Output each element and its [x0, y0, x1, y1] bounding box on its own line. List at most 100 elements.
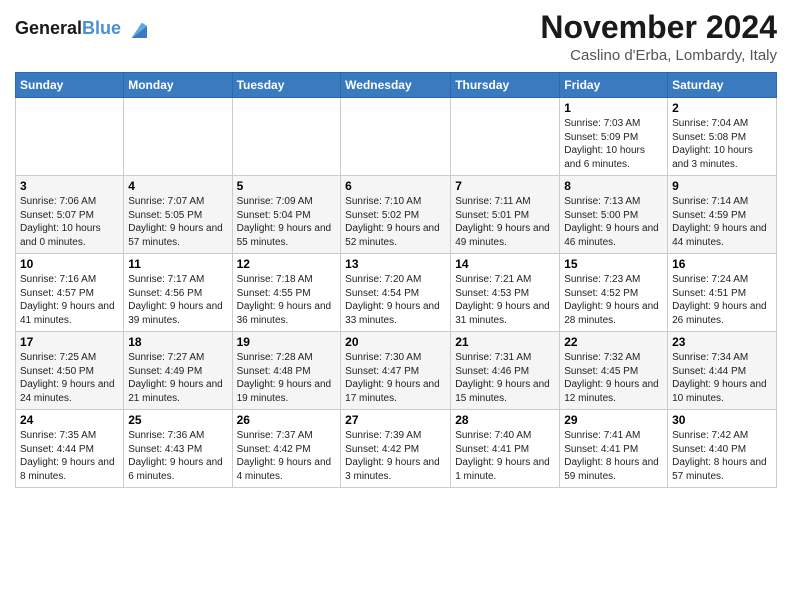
day-number: 10: [20, 257, 119, 271]
col-sunday: Sunday: [16, 73, 124, 98]
day-info: Sunrise: 7:39 AM Sunset: 4:42 PM Dayligh…: [345, 429, 446, 483]
day-number: 6: [345, 179, 446, 193]
day-info: Sunrise: 7:34 AM Sunset: 4:44 PM Dayligh…: [672, 351, 772, 405]
day-info: Sunrise: 7:16 AM Sunset: 4:57 PM Dayligh…: [20, 273, 119, 327]
day-number: 20: [345, 335, 446, 349]
day-number: 19: [237, 335, 337, 349]
calendar-week-row: 10 Sunrise: 7:16 AM Sunset: 4:57 PM Dayli…: [16, 254, 777, 332]
day-info: Sunrise: 7:09 AM Sunset: 5:04 PM Dayligh…: [237, 195, 337, 249]
table-row: 2Sunrise: 7:04 AM Sunset: 5:08 PM Daylig…: [668, 98, 777, 176]
calendar-week-row: 17 Sunrise: 7:25 AM Sunset: 4:50 PM Dayli…: [16, 332, 777, 410]
day-number: 27: [345, 413, 446, 427]
day-info: Sunrise: 7:37 AM Sunset: 4:42 PM Dayligh…: [237, 429, 337, 483]
day-info: Sunrise: 7:10 AM Sunset: 5:02 PM Dayligh…: [345, 195, 446, 249]
table-row: 24 Sunrise: 7:35 AM Sunset: 4:44 PM Dayli…: [16, 410, 124, 488]
col-tuesday: Tuesday: [232, 73, 341, 98]
day-number: 3: [20, 179, 119, 193]
col-saturday: Saturday: [668, 73, 777, 98]
calendar-week-row: 1Sunrise: 7:03 AM Sunset: 5:09 PM Daylig…: [16, 98, 777, 176]
day-info: Sunrise: 7:35 AM Sunset: 4:44 PM Dayligh…: [20, 429, 119, 483]
day-number: 11: [128, 257, 227, 271]
day-info: Sunrise: 7:36 AM Sunset: 4:43 PM Dayligh…: [128, 429, 227, 483]
table-row: 22 Sunrise: 7:32 AM Sunset: 4:45 PM Dayli…: [560, 332, 668, 410]
table-row: 28Sunrise: 7:40 AM Sunset: 4:41 PM Dayli…: [451, 410, 560, 488]
day-number: 9: [672, 179, 772, 193]
day-number: 12: [237, 257, 337, 271]
table-row: 30 Sunrise: 7:42 AM Sunset: 4:40 PM Dayli…: [668, 410, 777, 488]
day-info: Sunrise: 7:18 AM Sunset: 4:55 PM Dayligh…: [237, 273, 337, 327]
table-row: 21 Sunrise: 7:31 AM Sunset: 4:46 PM Dayli…: [451, 332, 560, 410]
day-info: Sunrise: 7:25 AM Sunset: 4:50 PM Dayligh…: [20, 351, 119, 405]
day-info: Sunrise: 7:41 AM Sunset: 4:41 PM Dayligh…: [564, 429, 663, 483]
table-row: 10 Sunrise: 7:16 AM Sunset: 4:57 PM Dayli…: [16, 254, 124, 332]
day-number: 13: [345, 257, 446, 271]
table-row: 19 Sunrise: 7:28 AM Sunset: 4:48 PM Dayli…: [232, 332, 341, 410]
day-info: Sunrise: 7:27 AM Sunset: 4:49 PM Dayligh…: [128, 351, 227, 405]
day-number: 14: [455, 257, 555, 271]
table-row: 13 Sunrise: 7:20 AM Sunset: 4:54 PM Dayli…: [341, 254, 451, 332]
day-number: 2: [672, 101, 772, 115]
table-row: 4 Sunrise: 7:07 AM Sunset: 5:05 PM Daylig…: [124, 176, 232, 254]
day-info: Sunrise: 7:06 AM Sunset: 5:07 PM Dayligh…: [20, 195, 119, 249]
day-info: Sunrise: 7:23 AM Sunset: 4:52 PM Dayligh…: [564, 273, 663, 327]
day-info: Sunrise: 7:11 AM Sunset: 5:01 PM Dayligh…: [455, 195, 555, 249]
day-number: 15: [564, 257, 663, 271]
table-row: 11 Sunrise: 7:17 AM Sunset: 4:56 PM Dayli…: [124, 254, 232, 332]
day-number: 7: [455, 179, 555, 193]
day-info: Sunrise: 7:21 AM Sunset: 4:53 PM Dayligh…: [455, 273, 555, 327]
day-info: Sunrise: 7:42 AM Sunset: 4:40 PM Dayligh…: [672, 429, 772, 483]
day-info: Sunrise: 7:14 AM Sunset: 4:59 PM Dayligh…: [672, 195, 772, 249]
table-row: 26 Sunrise: 7:37 AM Sunset: 4:42 PM Dayli…: [232, 410, 341, 488]
table-row: 3 Sunrise: 7:06 AM Sunset: 5:07 PM Daylig…: [16, 176, 124, 254]
col-friday: Friday: [560, 73, 668, 98]
day-info: Sunrise: 7:40 AM Sunset: 4:41 PM Dayligh…: [455, 429, 555, 483]
day-info: Sunrise: 7:28 AM Sunset: 4:48 PM Dayligh…: [237, 351, 337, 405]
day-number: 5: [237, 179, 337, 193]
table-row: 5 Sunrise: 7:09 AM Sunset: 5:04 PM Daylig…: [232, 176, 341, 254]
location: Caslino d'Erba, Lombardy, Italy: [540, 47, 777, 64]
day-number: 1: [564, 101, 663, 115]
col-thursday: Thursday: [451, 73, 560, 98]
title-section: November 2024 Caslino d'Erba, Lombardy, …: [540, 10, 777, 64]
day-number: 21: [455, 335, 555, 349]
day-info: Sunrise: 7:31 AM Sunset: 4:46 PM Dayligh…: [455, 351, 555, 405]
day-number: 26: [237, 413, 337, 427]
col-monday: Monday: [124, 73, 232, 98]
table-row: 14 Sunrise: 7:21 AM Sunset: 4:53 PM Dayli…: [451, 254, 560, 332]
logo: GeneralBlue: [15, 14, 153, 44]
table-row: 17 Sunrise: 7:25 AM Sunset: 4:50 PM Dayli…: [16, 332, 124, 410]
table-row: [341, 98, 451, 176]
calendar-week-row: 3 Sunrise: 7:06 AM Sunset: 5:07 PM Daylig…: [16, 176, 777, 254]
table-row: 12 Sunrise: 7:18 AM Sunset: 4:55 PM Dayli…: [232, 254, 341, 332]
day-info: Sunrise: 7:13 AM Sunset: 5:00 PM Dayligh…: [564, 195, 663, 249]
table-row: [16, 98, 124, 176]
table-row: 8Sunrise: 7:13 AM Sunset: 5:00 PM Daylig…: [560, 176, 668, 254]
day-number: 23: [672, 335, 772, 349]
col-wednesday: Wednesday: [341, 73, 451, 98]
day-number: 24: [20, 413, 119, 427]
day-info: Sunrise: 7:24 AM Sunset: 4:51 PM Dayligh…: [672, 273, 772, 327]
day-info: Sunrise: 7:07 AM Sunset: 5:05 PM Dayligh…: [128, 195, 227, 249]
day-info: Sunrise: 7:30 AM Sunset: 4:47 PM Dayligh…: [345, 351, 446, 405]
day-info: Sunrise: 7:17 AM Sunset: 4:56 PM Dayligh…: [128, 273, 227, 327]
day-number: 25: [128, 413, 227, 427]
month-title: November 2024: [540, 10, 777, 45]
day-number: 22: [564, 335, 663, 349]
day-number: 17: [20, 335, 119, 349]
day-number: 16: [672, 257, 772, 271]
day-info: Sunrise: 7:20 AM Sunset: 4:54 PM Dayligh…: [345, 273, 446, 327]
table-row: 6 Sunrise: 7:10 AM Sunset: 5:02 PM Daylig…: [341, 176, 451, 254]
main-container: GeneralBlue November 2024 Caslino d'Erba…: [0, 0, 792, 612]
table-row: 20 Sunrise: 7:30 AM Sunset: 4:47 PM Dayli…: [341, 332, 451, 410]
day-number: 4: [128, 179, 227, 193]
calendar-table: Sunday Monday Tuesday Wednesday Thursday…: [15, 72, 777, 488]
table-row: 16 Sunrise: 7:24 AM Sunset: 4:51 PM Dayli…: [668, 254, 777, 332]
table-row: 15 Sunrise: 7:23 AM Sunset: 4:52 PM Dayli…: [560, 254, 668, 332]
day-number: 30: [672, 413, 772, 427]
table-row: 18Sunrise: 7:27 AM Sunset: 4:49 PM Dayli…: [124, 332, 232, 410]
logo-text: GeneralBlue: [15, 19, 121, 39]
day-info: Sunrise: 7:32 AM Sunset: 4:45 PM Dayligh…: [564, 351, 663, 405]
table-row: [124, 98, 232, 176]
day-number: 29: [564, 413, 663, 427]
table-row: 27 Sunrise: 7:39 AM Sunset: 4:42 PM Dayli…: [341, 410, 451, 488]
